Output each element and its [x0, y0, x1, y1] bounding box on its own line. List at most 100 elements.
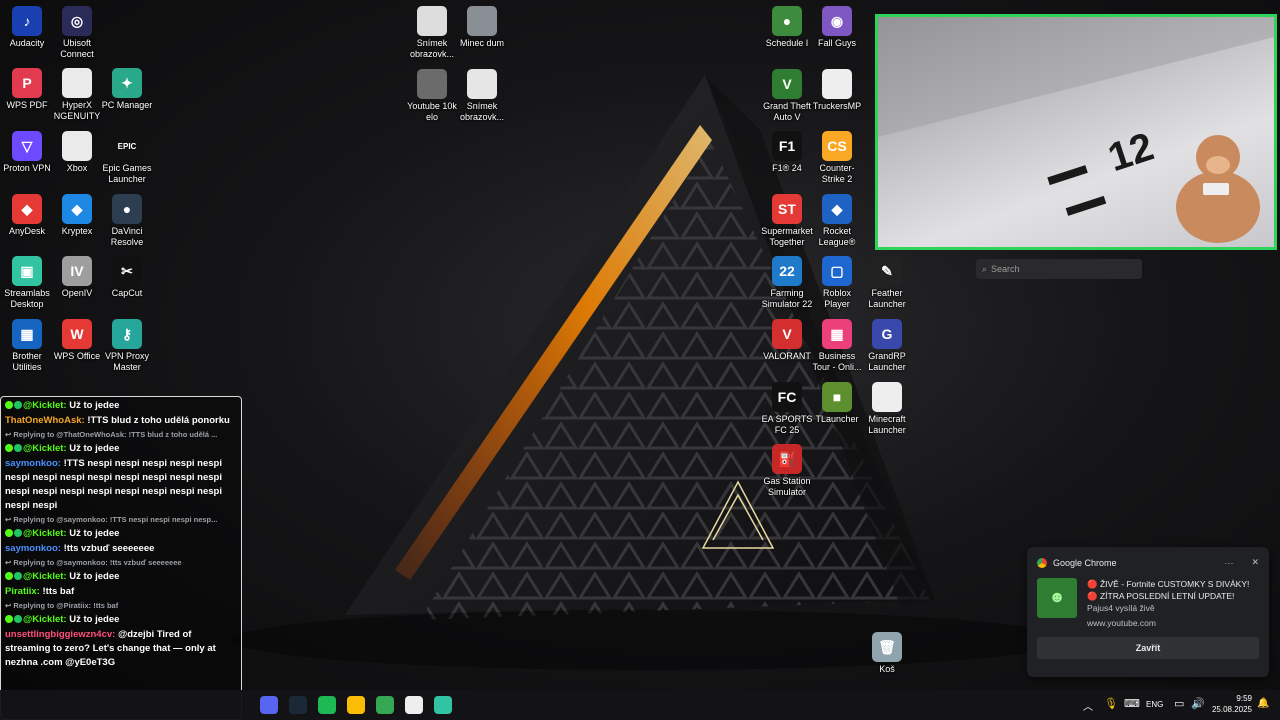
desktop-icon[interactable]: 🗑 Koš [860, 632, 914, 675]
desktop-icon-label: Streamlabs Desktop [4, 288, 50, 309]
desktop-icon-label: Roblox Player [822, 288, 851, 309]
desktop-icon[interactable]: V VALORANT [760, 319, 814, 362]
notification-menu-button[interactable]: ··· [1224, 558, 1233, 568]
notification-thumbnail: ☻ [1037, 578, 1077, 618]
desktop-icon[interactable]: Xbox [50, 131, 104, 174]
desktop-icon[interactable]: ✎ Feather Launcher [860, 256, 914, 309]
chrome-notification[interactable]: Google Chrome ··· ✕ ☻ 🔴 ŽIVĚ - Fortnite … [1027, 547, 1269, 677]
app-icon: ▽ [12, 131, 42, 161]
clock[interactable]: 9:59 25.08.2025 [1206, 693, 1252, 715]
search-placeholder: Search [991, 264, 1020, 274]
desktop-icon[interactable]: HyperX NGENUITY [50, 68, 104, 121]
desktop-icon[interactable]: V Grand Theft Auto V [760, 69, 814, 122]
desktop-icon[interactable]: Minecraft Launcher [860, 382, 914, 435]
desktop-icon[interactable]: ▣ Streamlabs Desktop [0, 256, 54, 309]
desktop-icon[interactable]: 22 Farming Simulator 22 [760, 256, 814, 309]
desktop-icon[interactable]: Snímek obrazovk... [455, 69, 509, 122]
app-icon: CS [822, 131, 852, 161]
desktop-icon[interactable]: ▦ Business Tour - Onli... [810, 319, 864, 372]
desktop-icon[interactable]: ST Supermarket Together [760, 194, 814, 247]
desktop-icon[interactable]: ◎ Ubisoft Connect [50, 6, 104, 59]
desktop-icon-label: Farming Simulator 22 [761, 288, 813, 309]
app-icon: ▢ [822, 256, 852, 286]
notification-close-button[interactable]: ✕ [1251, 557, 1259, 568]
chat-message-text: Už to jedee [66, 400, 120, 411]
app-icon: G [872, 319, 902, 349]
keyboard-icon[interactable]: ⌨ [1124, 697, 1140, 710]
spotify-taskbar-icon[interactable] [318, 696, 336, 714]
desktop-icon[interactable]: F1 F1® 24 [760, 131, 814, 174]
desktop-icon[interactable]: ● Schedule I [760, 6, 814, 49]
desktop-icon[interactable]: EPIC Epic Games Launcher [100, 131, 154, 184]
chat-reply-text: Replying to @saymonkoo: !TTS nespi nespi… [13, 515, 218, 524]
network-icon[interactable]: ▭ [1174, 697, 1184, 710]
chat-username: @Kicklet: [23, 443, 67, 454]
desktop-icon-label: Schedule I [765, 38, 809, 48]
desktop-icon[interactable]: ✦ PC Manager [100, 68, 154, 111]
show-hidden-icons-chevron-icon[interactable]: ︿ [1083, 698, 1093, 713]
desktop-icon-label: VALORANT [763, 351, 811, 361]
desktop-icon[interactable]: IV OpenIV [50, 256, 104, 299]
app-icon: FC [772, 382, 802, 412]
desktop-icon[interactable]: ◆ AnyDesk [0, 194, 54, 237]
desktop-icon[interactable]: ◉ Fall Guys [810, 6, 864, 49]
audio-app-taskbar-icon[interactable] [405, 696, 423, 714]
notification-app-name: Google Chrome [1053, 557, 1117, 568]
verified-badge-icon [14, 529, 22, 538]
desktop-icon-label: Ubisoft Connect [60, 38, 94, 59]
app-icon: ▣ [12, 256, 42, 286]
desktop-icon[interactable]: CS Counter-Strike 2 [810, 131, 864, 184]
desktop-icon[interactable]: ■ TLauncher [810, 382, 864, 425]
desktop-icon[interactable]: FC EA SPORTS FC 25 [760, 382, 814, 435]
volume-icon[interactable]: 🔊 [1191, 697, 1205, 710]
app-icon: ▦ [12, 319, 42, 349]
desktop-icon[interactable]: ◆ Kryptex [50, 194, 104, 237]
chat-reply-text: Replying to @ThatOneWhoAsk: !TTS blud z … [13, 430, 218, 439]
desktop-icon[interactable]: ⚷ VPN Proxy Master [100, 319, 154, 372]
desktop-icon[interactable]: G GrandRP Launcher [860, 319, 914, 372]
chat-reply-text: Replying to @Piratiix: !tts baf [13, 601, 119, 610]
streamlabs-taskbar-icon[interactable] [434, 696, 452, 714]
bot-badge-icon [5, 401, 13, 410]
desktop-icon-label: Fall Guys [817, 38, 856, 48]
steam-taskbar-icon[interactable] [289, 696, 307, 714]
search-input[interactable]: ⌕ Search [976, 259, 1142, 279]
app-icon: F1 [772, 131, 802, 161]
microphone-icon[interactable]: 🎙 [1104, 697, 1118, 710]
desktop-icon[interactable]: ⛽ Gas Station Simulator [760, 444, 814, 497]
desktop-icon[interactable]: TruckersMP [810, 69, 864, 112]
desktop-icon[interactable]: W WPS Office [50, 319, 104, 362]
desktop-icon[interactable]: ♪ Audacity [0, 6, 54, 49]
chat-message: @Kicklet: Už to jedee [5, 613, 238, 627]
app-icon [417, 69, 447, 99]
desktop-icon[interactable]: ▦ Brother Utilities [0, 319, 54, 372]
chrome-profile-taskbar-icon[interactable] [376, 696, 394, 714]
desktop-icon-label: EA SPORTS FC 25 [761, 414, 813, 435]
app-icon: V [772, 319, 802, 349]
language-indicator[interactable]: ENG [1146, 700, 1163, 709]
chrome-icon [1037, 557, 1047, 568]
desktop-icon[interactable]: P WPS PDF [0, 68, 54, 111]
chat-message: ThatOneWhoAsk: !TTS blud z toho udělá po… [5, 414, 238, 428]
desktop-icon[interactable]: ▽ Proton VPN [0, 131, 54, 174]
chrome-taskbar-icon[interactable] [347, 696, 365, 714]
desktop-icon[interactable]: ◆ Rocket League® [810, 194, 864, 247]
discord-taskbar-icon[interactable] [260, 696, 278, 714]
desktop-icon-label: Audacity [9, 38, 45, 48]
bot-badge-icon [5, 615, 13, 624]
notification-close-action-button[interactable]: Zavřít [1037, 637, 1259, 659]
desktop-icon[interactable]: ✂ CapCut [100, 256, 154, 299]
desktop-icon[interactable]: Youtube 10k elo [405, 69, 459, 122]
desktop-icon[interactable]: ▢ Roblox Player [810, 256, 864, 309]
chat-username: ThatOneWhoAsk: [5, 415, 85, 426]
desktop-icon[interactable]: Snímek obrazovk... [405, 6, 459, 59]
desktop-icon-label: Business Tour - Onli... [812, 351, 862, 372]
desktop-icon-label: Youtube 10k elo [407, 101, 457, 122]
notification-source: www.youtube.com [1087, 618, 1156, 628]
desktop-icon-label: Brother Utilities [12, 351, 42, 372]
chat-message: @Kicklet: Už to jedee [5, 570, 238, 584]
bot-badge-icon [5, 572, 13, 581]
desktop-icon[interactable]: ● DaVinci Resolve [100, 194, 154, 247]
notification-bell-icon[interactable]: 🔔 [1257, 698, 1269, 709]
desktop-icon[interactable]: Minec dum [455, 6, 509, 49]
